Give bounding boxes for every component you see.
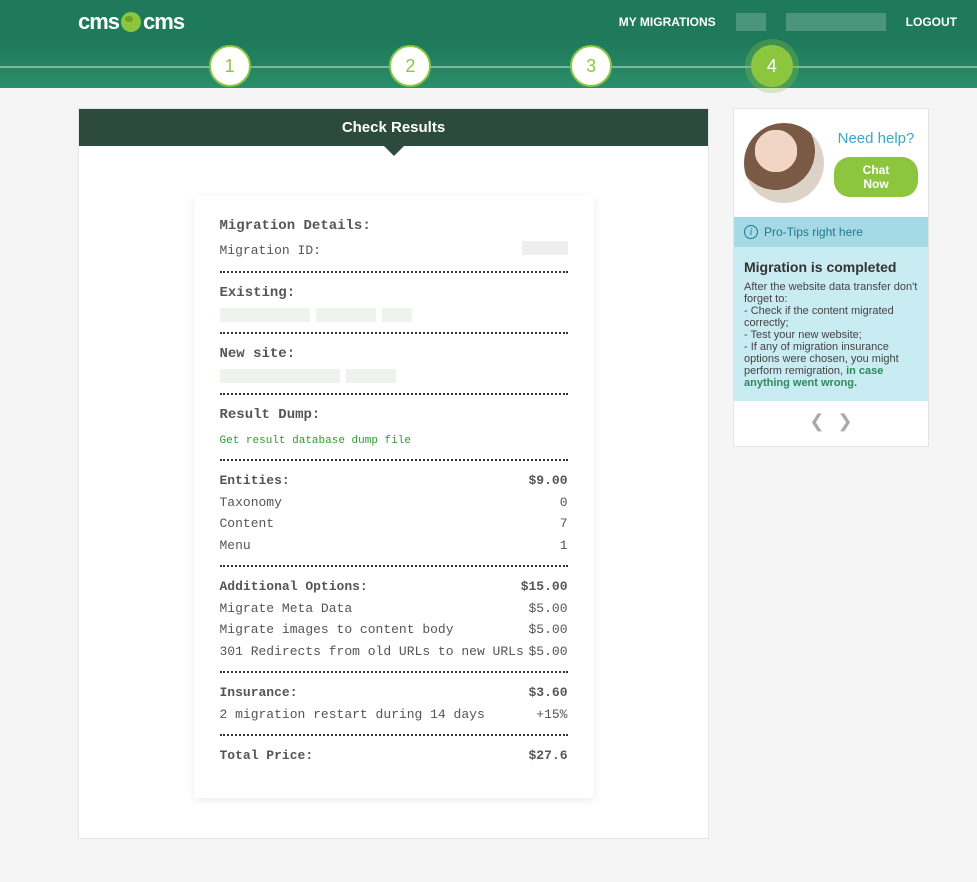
tip-body: Migration is completed After the website… — [734, 247, 928, 401]
additional-options-heading: Additional Options: — [220, 577, 368, 597]
nav-redacted-2 — [786, 13, 886, 31]
pro-tips-label: Pro-Tips right here — [764, 225, 863, 239]
nav-logout[interactable]: LOGOUT — [906, 15, 957, 29]
step-3[interactable]: 3 — [570, 45, 612, 87]
insurance-line-label: 2 migration restart during 14 days — [220, 705, 485, 725]
next-tip-icon[interactable]: ❯ — [838, 411, 853, 431]
existing-value-3 — [382, 308, 412, 322]
insurance-total: $3.60 — [528, 683, 567, 703]
logo[interactable]: cms cms — [78, 9, 184, 35]
entity-value: 7 — [560, 514, 568, 534]
receipt-divider — [220, 332, 568, 334]
entity-label: Menu — [220, 536, 251, 556]
existing-value-1 — [220, 308, 310, 322]
nav-my-migrations[interactable]: MY MIGRATIONS — [619, 15, 716, 29]
entity-value: 1 — [560, 536, 568, 556]
info-icon: i — [744, 225, 758, 239]
main-panel: Check Results Migration Details: Migrati… — [78, 108, 709, 839]
total-price-value: $27.6 — [528, 746, 567, 766]
sidebar: Need help? Chat Now i Pro-Tips right her… — [733, 108, 929, 447]
migration-id-value — [522, 241, 568, 255]
migration-details-heading: Migration Details: — [220, 216, 568, 237]
entity-label: Content — [220, 514, 275, 534]
receipt-divider — [220, 459, 568, 461]
new-site-heading: New site: — [220, 344, 568, 365]
prev-tip-icon[interactable]: ❮ — [809, 411, 824, 431]
tip-line: - If any of migration insurance options … — [744, 341, 918, 389]
receipt-divider — [220, 271, 568, 273]
new-site-value-1 — [220, 369, 340, 383]
addopt-value: $5.00 — [528, 599, 567, 619]
chat-now-button[interactable]: Chat Now — [834, 157, 918, 197]
new-site-value-2 — [346, 369, 396, 383]
insurance-line-value: +15% — [536, 705, 567, 725]
receipt-divider — [220, 734, 568, 736]
receipt: Migration Details: Migration ID: Existin… — [194, 196, 594, 798]
entities-heading: Entities: — [220, 471, 290, 491]
step-2[interactable]: 2 — [389, 45, 431, 87]
migration-id-label: Migration ID: — [220, 241, 321, 261]
receipt-divider — [220, 671, 568, 673]
leaf-icon — [121, 12, 141, 32]
step-1[interactable]: 1 — [209, 45, 251, 87]
receipt-divider — [220, 565, 568, 567]
insurance-heading: Insurance: — [220, 683, 298, 703]
entity-label: Taxonomy — [220, 493, 282, 513]
addopt-label: Migrate images to content body — [220, 620, 454, 640]
additional-options-total: $15.00 — [521, 577, 568, 597]
total-price-heading: Total Price: — [220, 746, 314, 766]
main-header: Check Results — [79, 109, 708, 146]
addopt-label: 301 Redirects from old URLs to new URLs — [220, 642, 524, 662]
logo-text-left: cms — [78, 9, 119, 35]
receipt-divider — [220, 393, 568, 395]
top-nav: MY MIGRATIONS LOGOUT — [619, 13, 957, 31]
step-4[interactable]: 4 — [751, 45, 793, 87]
entities-total: $9.00 — [528, 471, 567, 491]
tip-line: - Test your new website; — [744, 329, 918, 341]
addopt-value: $5.00 — [528, 620, 567, 640]
result-dump-heading: Result Dump: — [220, 405, 568, 426]
existing-heading: Existing: — [220, 283, 568, 304]
tip-intro: After the website data transfer don't fo… — [744, 281, 918, 305]
existing-value-2 — [316, 308, 376, 322]
need-help-label: Need help? — [838, 130, 915, 147]
topbar: cms cms MY MIGRATIONS LOGOUT — [0, 0, 977, 44]
tip-line: - Check if the content migrated correctl… — [744, 305, 918, 329]
steps-bar: 1 2 3 4 — [0, 44, 977, 88]
logo-text-right: cms — [143, 9, 184, 35]
result-dump-link[interactable]: Get result database dump file — [220, 435, 411, 447]
nav-redacted-1 — [736, 13, 766, 31]
support-avatar — [744, 123, 824, 203]
entity-value: 0 — [560, 493, 568, 513]
help-box: Need help? Chat Now — [734, 109, 928, 217]
addopt-label: Migrate Meta Data — [220, 599, 353, 619]
steps-track — [0, 66, 977, 68]
tip-nav: ❮ ❯ — [734, 401, 928, 446]
addopt-value: $5.00 — [528, 642, 567, 662]
tip-title: Migration is completed — [744, 259, 918, 275]
